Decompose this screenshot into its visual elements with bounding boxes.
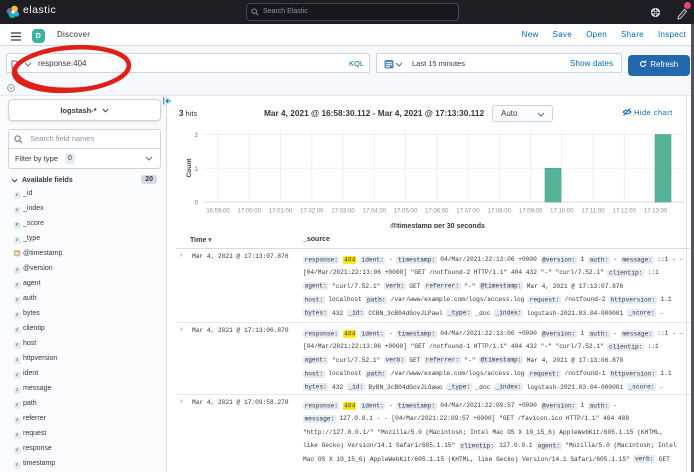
svg-text:17:00:00: 17:00:00 [238, 209, 262, 215]
svg-text:17:01:00: 17:01:00 [269, 209, 293, 215]
svg-text:17:02:00: 17:02:00 [300, 209, 324, 215]
svg-text:17:07:00: 17:07:00 [456, 209, 480, 215]
svg-text:@timestamp per 30 seconds: @timestamp per 30 seconds [390, 223, 485, 228]
svg-text:17:10:00: 17:10:00 [550, 209, 574, 215]
svg-text:17:04:00: 17:04:00 [363, 209, 387, 215]
svg-text:17:09:00: 17:09:00 [519, 209, 543, 215]
svg-text:0: 0 [195, 201, 199, 207]
svg-text:Count: Count [186, 158, 193, 178]
svg-text:16:59:00: 16:59:00 [206, 209, 230, 215]
svg-text:17:11:00: 17:11:00 [582, 209, 606, 215]
svg-text:17:12:00: 17:12:00 [613, 209, 637, 215]
svg-text:17:06:00: 17:06:00 [425, 209, 449, 215]
svg-text:17:13:00: 17:13:00 [644, 209, 668, 215]
svg-text:17:05:00: 17:05:00 [394, 209, 418, 215]
svg-text:17:08:00: 17:08:00 [488, 209, 512, 215]
svg-text:2: 2 [195, 133, 199, 139]
svg-text:17:03:00: 17:03:00 [331, 209, 355, 215]
svg-text:1: 1 [195, 167, 199, 173]
